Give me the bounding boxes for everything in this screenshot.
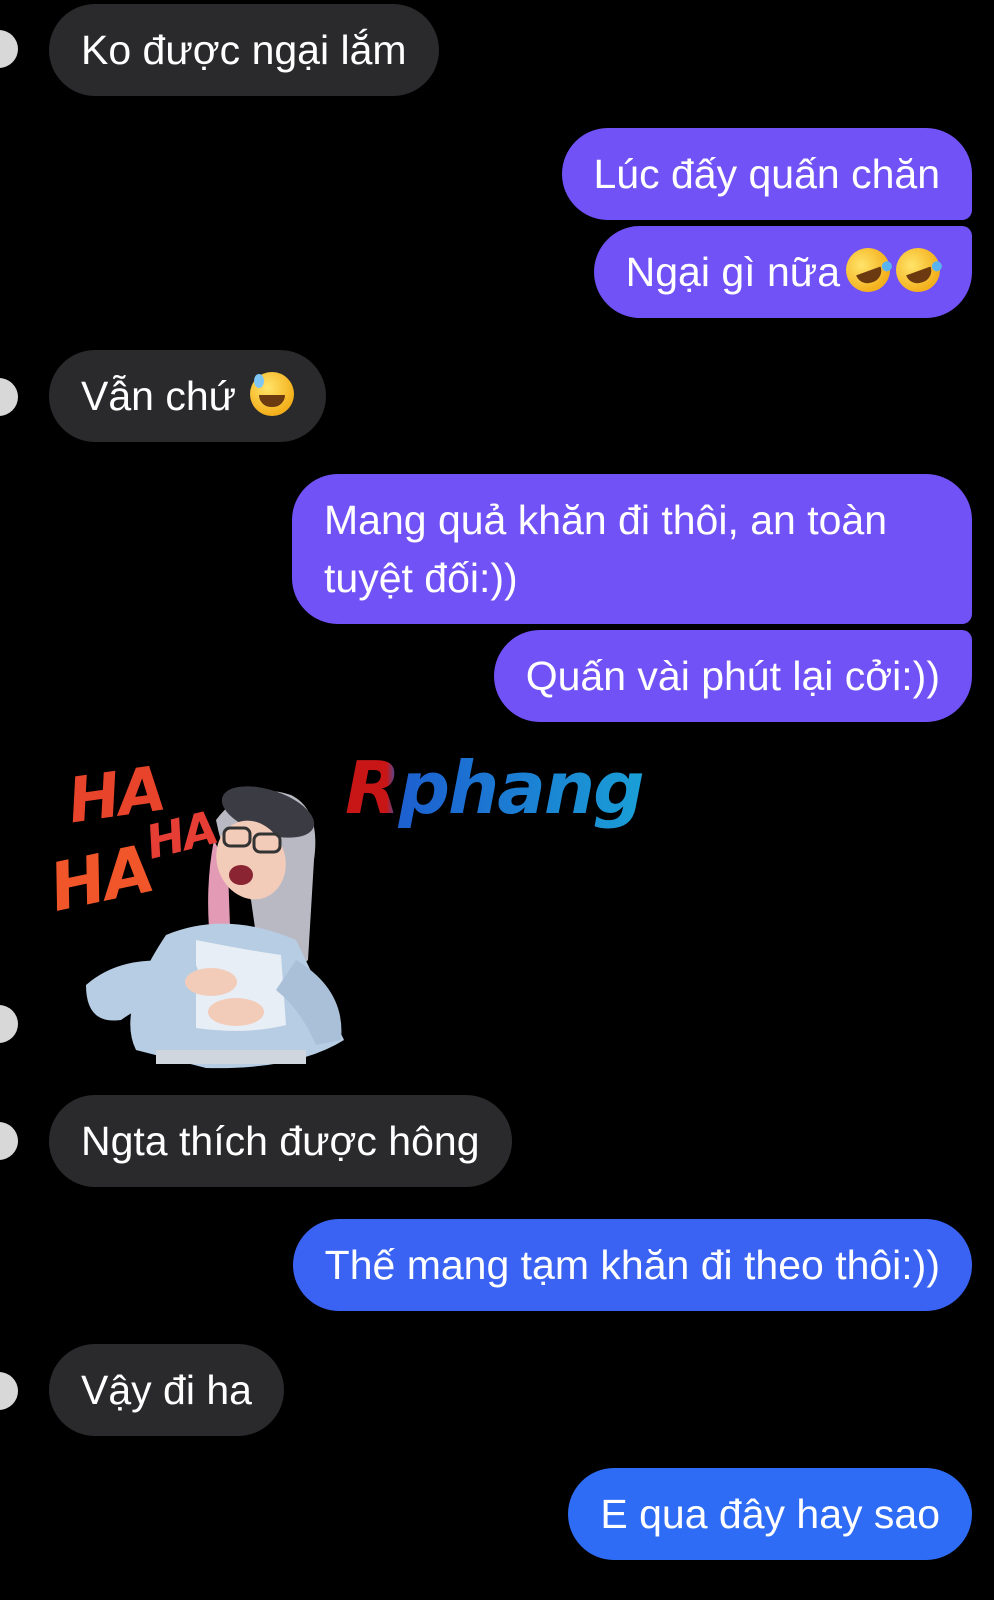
contact-avatar[interactable]	[0, 1005, 18, 1043]
message-text: Ngta thích được hông	[81, 1118, 480, 1164]
message-text: Vậy đi ha	[81, 1367, 252, 1413]
watermark-logo: Rphang	[345, 746, 645, 830]
message-incoming[interactable]: Vậy đi ha	[49, 1344, 284, 1436]
message-text: Lúc đấy quấn chăn	[593, 151, 941, 197]
message-incoming[interactable]: Ko được ngại lắm	[49, 4, 439, 96]
message-text: Ngại gì nữa	[625, 249, 840, 295]
grinning-sweat-emoji	[250, 372, 295, 416]
message-text: Vẫn chứ	[81, 373, 237, 419]
contact-avatar[interactable]	[0, 1372, 18, 1410]
message-text: Mang quả khăn đi thôi, an toàn tuyệt đối…	[324, 497, 888, 601]
message-outgoing[interactable]: E qua đây hay sao	[568, 1468, 972, 1560]
message-text: E qua đây hay sao	[600, 1491, 940, 1537]
contact-avatar[interactable]	[0, 378, 18, 416]
message-text: Quấn vài phút lại cởi:))	[525, 653, 940, 699]
message-outgoing[interactable]: Lúc đấy quấn chăn	[561, 128, 972, 220]
message-incoming[interactable]: Ngta thích được hông	[49, 1095, 512, 1187]
rolling-on-floor-laughing-emoji	[839, 241, 897, 299]
message-text: Thế mang tạm khăn đi theo thôi:))	[324, 1242, 940, 1288]
message-outgoing[interactable]: Mang quả khăn đi thôi, an toàn tuyệt đối…	[292, 474, 972, 624]
rolling-on-floor-laughing-emoji	[889, 241, 947, 299]
contact-avatar[interactable]	[0, 1122, 18, 1160]
message-text: Ko được ngại lắm	[81, 27, 407, 73]
contact-avatar[interactable]	[0, 30, 18, 68]
message-outgoing[interactable]: Ngại gì nữa	[593, 226, 972, 318]
message-outgoing[interactable]: Thế mang tạm khăn đi theo thôi:))	[292, 1219, 972, 1311]
laughing-girl-sticker[interactable]: HA HA HA	[43, 750, 366, 1070]
message-incoming[interactable]: Vẫn chứ	[49, 350, 327, 442]
message-outgoing[interactable]: Quấn vài phút lại cởi:))	[493, 630, 972, 722]
